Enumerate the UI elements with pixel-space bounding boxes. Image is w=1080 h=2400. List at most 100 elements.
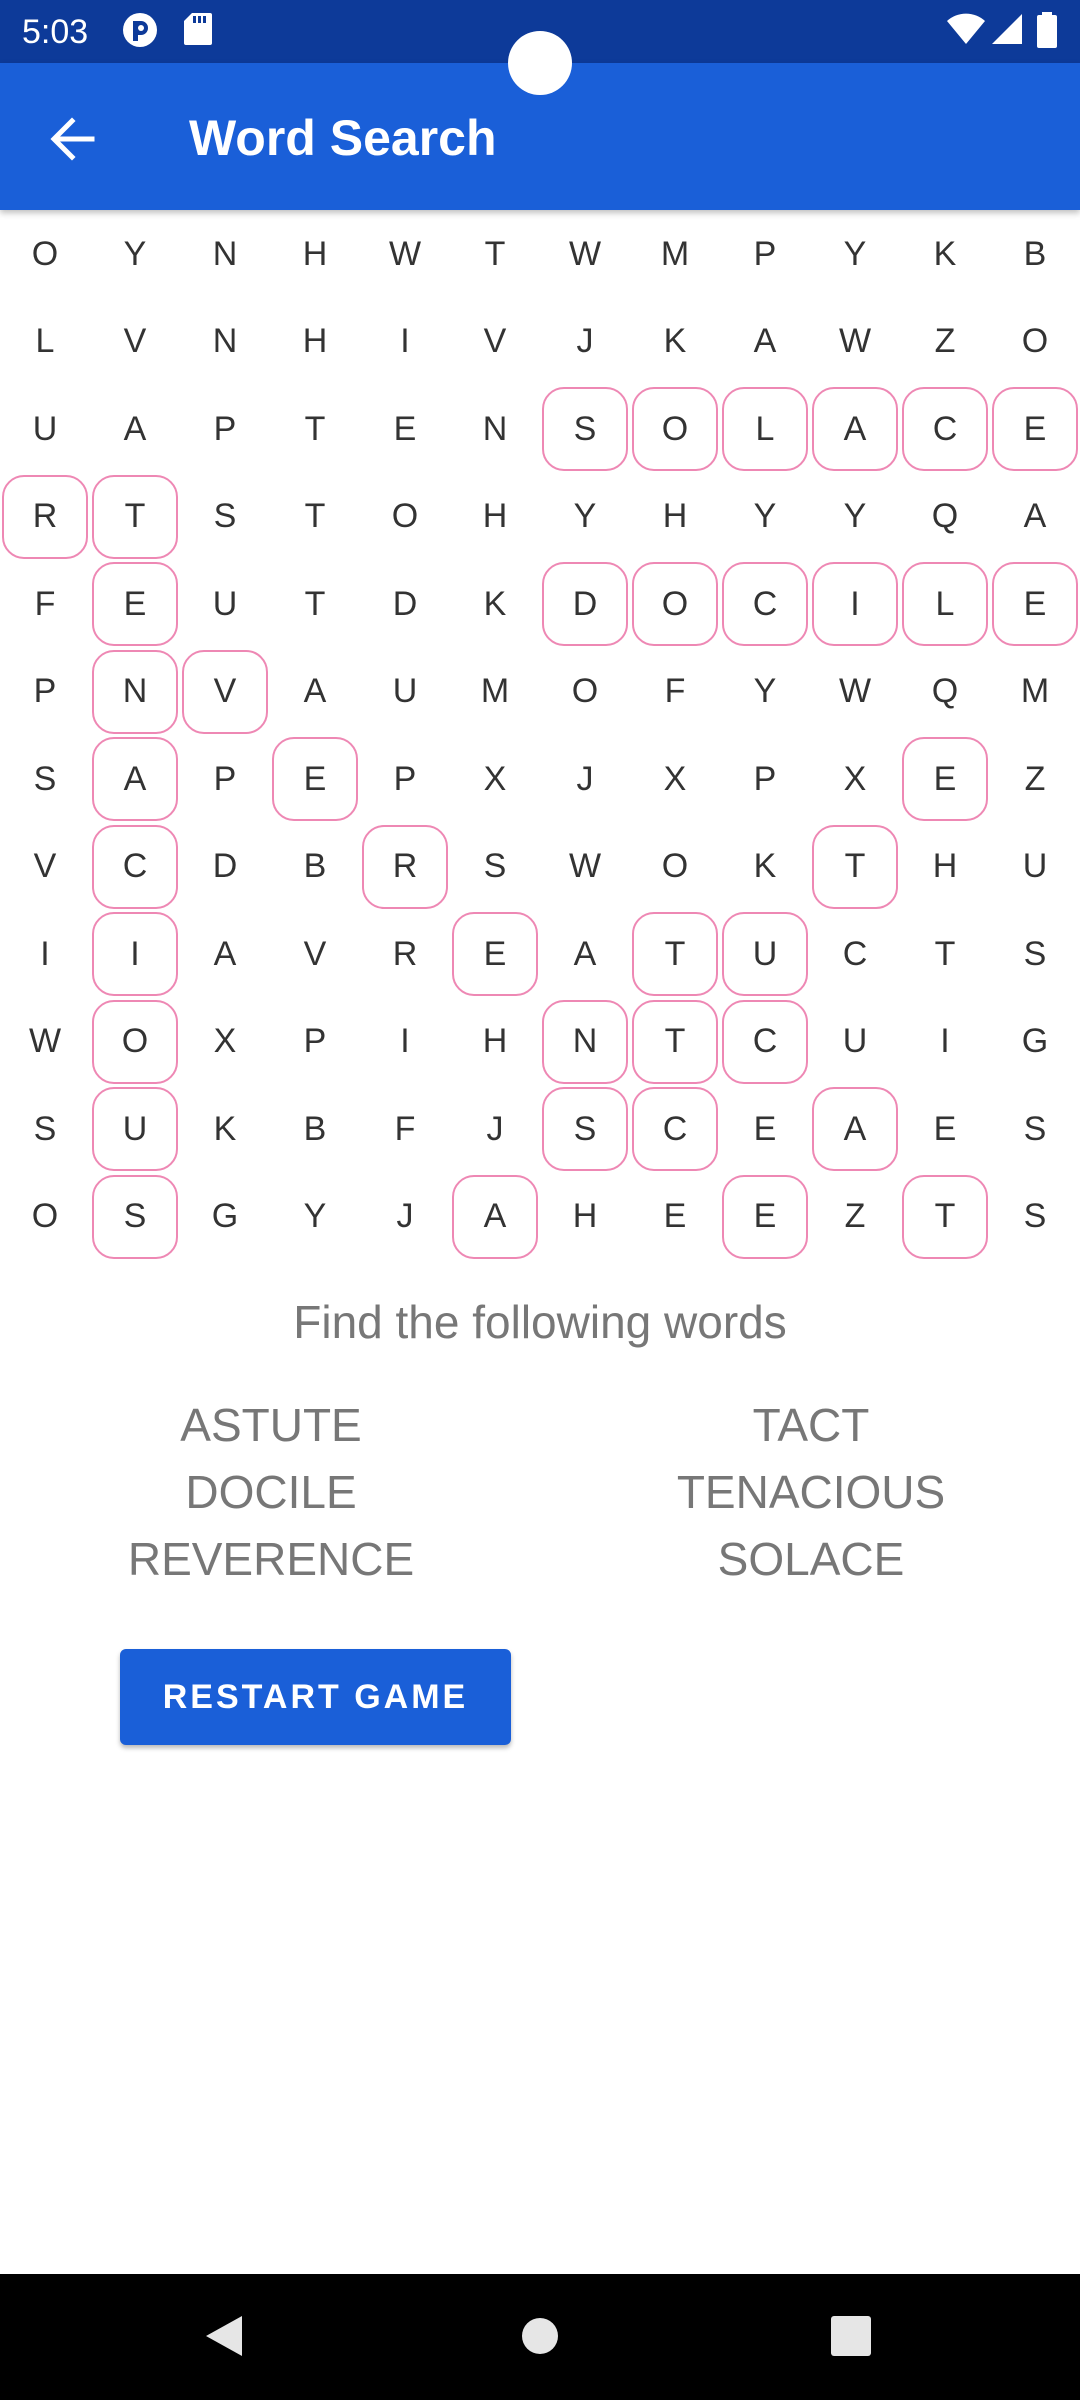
grid-cell[interactable]: F bbox=[632, 650, 718, 734]
grid-cell[interactable]: U bbox=[362, 650, 448, 734]
grid-cell[interactable]: A bbox=[542, 912, 628, 996]
grid-cell[interactable]: S bbox=[542, 1087, 628, 1171]
grid-cell[interactable]: K bbox=[182, 1087, 268, 1171]
grid-cell[interactable]: C bbox=[902, 387, 988, 471]
grid-cell[interactable]: V bbox=[452, 300, 538, 384]
grid-cell[interactable]: O bbox=[2, 212, 88, 296]
grid-cell[interactable]: L bbox=[722, 387, 808, 471]
grid-cell[interactable]: T bbox=[272, 475, 358, 559]
grid-cell[interactable]: N bbox=[542, 999, 628, 1084]
grid-cell[interactable]: G bbox=[992, 1000, 1078, 1084]
grid-cell[interactable]: E bbox=[992, 562, 1078, 646]
grid-cell[interactable]: M bbox=[452, 650, 538, 734]
grid-cell[interactable]: D bbox=[542, 562, 628, 646]
grid-cell[interactable]: Z bbox=[902, 300, 988, 384]
grid-cell[interactable]: W bbox=[362, 212, 448, 296]
grid-cell[interactable]: E bbox=[632, 1175, 718, 1259]
grid-cell[interactable]: O bbox=[2, 1175, 88, 1259]
grid-cell[interactable]: S bbox=[992, 1175, 1078, 1259]
grid-cell[interactable]: F bbox=[2, 562, 88, 646]
grid-cell[interactable]: R bbox=[362, 824, 448, 909]
grid-cell[interactable]: M bbox=[992, 650, 1078, 734]
grid-cell[interactable]: E bbox=[992, 387, 1078, 471]
grid-cell[interactable]: Z bbox=[992, 737, 1078, 821]
grid-cell[interactable]: N bbox=[182, 212, 268, 296]
grid-cell[interactable]: O bbox=[992, 300, 1078, 384]
grid-cell[interactable]: H bbox=[452, 475, 538, 559]
grid-cell[interactable]: C bbox=[92, 824, 178, 909]
grid-cell[interactable]: H bbox=[902, 825, 988, 909]
grid-cell[interactable]: A bbox=[812, 387, 898, 471]
grid-cell[interactable]: E bbox=[902, 737, 988, 821]
grid-cell[interactable]: S bbox=[992, 1087, 1078, 1171]
grid-cell[interactable]: U bbox=[992, 825, 1078, 909]
grid-cell[interactable]: I bbox=[2, 912, 88, 996]
grid-cell[interactable]: W bbox=[812, 300, 898, 384]
grid-cell[interactable]: A bbox=[722, 300, 808, 384]
grid-cell[interactable]: T bbox=[902, 1174, 988, 1259]
grid-cell[interactable]: E bbox=[902, 1087, 988, 1171]
grid-cell[interactable]: W bbox=[812, 650, 898, 734]
grid-cell[interactable]: X bbox=[632, 737, 718, 821]
grid-cell[interactable]: F bbox=[362, 1087, 448, 1171]
grid-cell[interactable]: I bbox=[812, 562, 898, 646]
grid-cell[interactable]: R bbox=[362, 912, 448, 996]
grid-cell[interactable]: E bbox=[722, 1174, 808, 1259]
grid-cell[interactable]: G bbox=[182, 1175, 268, 1259]
grid-cell[interactable]: H bbox=[272, 212, 358, 296]
grid-cell[interactable]: S bbox=[992, 912, 1078, 996]
grid-cell[interactable]: V bbox=[272, 912, 358, 996]
grid-cell[interactable]: Q bbox=[902, 650, 988, 734]
grid-cell[interactable]: C bbox=[722, 999, 808, 1084]
grid-cell[interactable]: S bbox=[92, 1174, 178, 1259]
grid-cell[interactable]: A bbox=[92, 387, 178, 471]
grid-cell[interactable]: U bbox=[2, 387, 88, 471]
grid-cell[interactable]: T bbox=[272, 387, 358, 471]
back-triangle-icon[interactable] bbox=[192, 2304, 256, 2368]
grid-cell[interactable]: I bbox=[902, 1000, 988, 1084]
grid-cell[interactable]: K bbox=[452, 562, 538, 646]
grid-cell[interactable]: R bbox=[2, 474, 88, 559]
grid-cell[interactable]: O bbox=[362, 475, 448, 559]
grid-cell[interactable]: I bbox=[92, 912, 178, 996]
grid-cell[interactable]: H bbox=[632, 475, 718, 559]
grid-cell[interactable]: I bbox=[362, 300, 448, 384]
grid-cell[interactable]: X bbox=[812, 737, 898, 821]
grid-cell[interactable]: O bbox=[632, 387, 718, 471]
grid-cell[interactable]: U bbox=[182, 562, 268, 646]
grid-cell[interactable]: T bbox=[632, 912, 718, 996]
grid-cell[interactable]: S bbox=[2, 1087, 88, 1171]
grid-cell[interactable]: T bbox=[272, 562, 358, 646]
grid-cell[interactable]: S bbox=[542, 387, 628, 471]
grid-cell[interactable]: Y bbox=[542, 475, 628, 559]
restart-game-button[interactable]: RESTART GAME bbox=[120, 1649, 511, 1745]
grid-cell[interactable]: E bbox=[722, 1087, 808, 1171]
home-circle-icon[interactable] bbox=[508, 2304, 572, 2368]
arrow-back-icon[interactable] bbox=[36, 103, 108, 175]
grid-cell[interactable]: Y bbox=[722, 650, 808, 734]
grid-cell[interactable]: S bbox=[2, 737, 88, 821]
grid-cell[interactable]: H bbox=[452, 1000, 538, 1084]
grid-cell[interactable]: P bbox=[272, 1000, 358, 1084]
grid-cell[interactable]: Y bbox=[722, 475, 808, 559]
word-search-grid[interactable]: OYNHWTWMPYKBLVNHIVJKAWZOUAPTENSOLACERTST… bbox=[0, 210, 1080, 1260]
grid-cell[interactable]: J bbox=[362, 1175, 448, 1259]
grid-cell[interactable]: N bbox=[182, 300, 268, 384]
grid-cell[interactable]: P bbox=[182, 387, 268, 471]
grid-cell[interactable]: N bbox=[92, 649, 178, 734]
grid-cell[interactable]: U bbox=[92, 1087, 178, 1171]
grid-cell[interactable]: T bbox=[92, 474, 178, 559]
grid-cell[interactable]: W bbox=[542, 825, 628, 909]
grid-cell[interactable]: Y bbox=[92, 212, 178, 296]
grid-cell[interactable]: B bbox=[272, 1087, 358, 1171]
grid-cell[interactable]: U bbox=[722, 912, 808, 996]
grid-cell[interactable]: E bbox=[272, 737, 358, 821]
grid-cell[interactable]: P bbox=[722, 737, 808, 821]
grid-cell[interactable]: K bbox=[902, 212, 988, 296]
grid-cell[interactable]: X bbox=[452, 737, 538, 821]
grid-cell[interactable]: N bbox=[452, 387, 538, 471]
grid-cell[interactable]: A bbox=[812, 1087, 898, 1171]
grid-cell[interactable]: V bbox=[182, 649, 268, 734]
grid-cell[interactable]: W bbox=[2, 1000, 88, 1084]
grid-cell[interactable]: A bbox=[452, 1174, 538, 1259]
